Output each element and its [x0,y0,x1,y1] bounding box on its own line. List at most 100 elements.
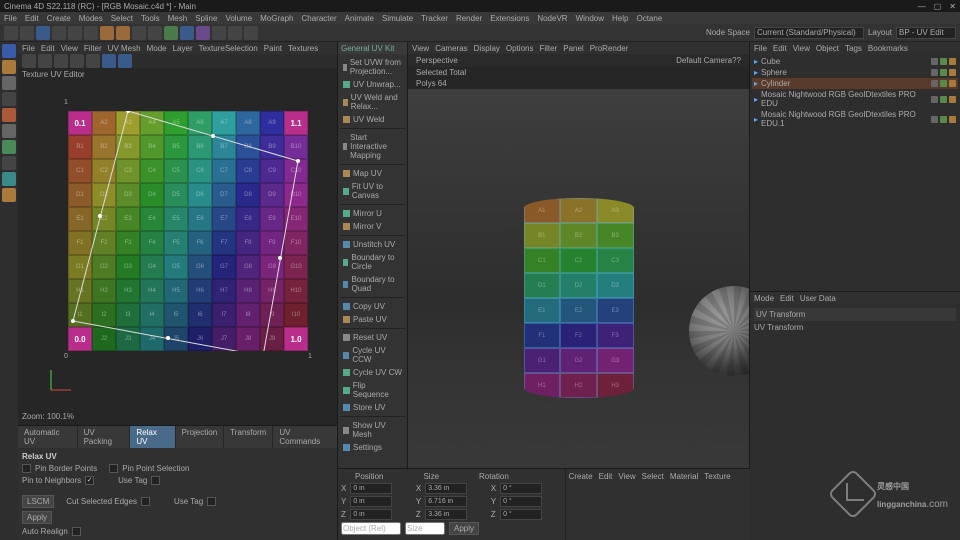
rot-input[interactable] [500,509,542,520]
menu-item[interactable]: Animate [345,14,374,23]
tool-icon[interactable] [2,76,16,90]
auto-realign-checkbox[interactable] [72,527,81,536]
attr-menu-item[interactable]: Mode [754,294,774,303]
viewport-menu-item[interactable]: Cameras [435,44,467,53]
command-item[interactable]: UV Weld and Relax... [340,91,405,113]
menu-item[interactable]: Window [576,14,604,23]
vis-dot-icon[interactable] [931,80,938,87]
size-mode-select[interactable] [405,522,445,535]
command-item[interactable]: Flip Sequence [340,379,405,401]
command-item[interactable]: Cycle UV CCW [340,344,405,366]
close-icon[interactable]: ✕ [949,2,956,11]
menu-item[interactable]: File [4,14,17,23]
material-menu-item[interactable]: Create [569,472,593,481]
command-item[interactable]: Paste UV [340,313,405,326]
object-row[interactable]: ▸Sphere [752,67,958,78]
viewport-menu-item[interactable]: Panel [563,44,583,53]
menu-item[interactable]: Octane [636,14,662,23]
menu-item[interactable]: Tracker [421,14,448,23]
coords-apply-button[interactable]: Apply [449,522,479,535]
attr-section[interactable]: UV Transform [754,308,956,321]
tool-button[interactable] [36,26,50,40]
uv-tab[interactable]: Automatic UV [18,426,77,448]
menu-item[interactable]: Simulate [382,14,413,23]
vis-dot-icon[interactable] [940,96,947,103]
menu-item[interactable]: Modes [79,14,103,23]
size-input[interactable] [425,496,467,507]
uv-tool-icon[interactable] [38,54,52,68]
uv-tool-icon[interactable] [70,54,84,68]
attr-menu-item[interactable]: User Data [800,294,836,303]
command-item[interactable]: Boundary to Quad [340,273,405,295]
pos-input[interactable] [350,496,392,507]
object-row[interactable]: ▸Cylinder [752,78,958,89]
uv-menu-item[interactable]: Layer [173,44,193,53]
tool-button[interactable] [52,26,66,40]
object-menu-item[interactable]: File [754,44,767,53]
material-menu-item[interactable]: Material [670,472,698,481]
redo-button[interactable] [20,26,34,40]
rot-input[interactable] [500,496,542,507]
uv-tab[interactable]: Relax UV [130,426,174,448]
rot-input[interactable] [500,483,542,494]
uv-menu-item[interactable]: Edit [41,44,55,53]
command-item[interactable]: Show UV Mesh [340,419,405,441]
tool-button[interactable] [212,26,226,40]
command-item[interactable]: Map UV [340,167,405,180]
menu-item[interactable]: Mesh [168,14,188,23]
uv-tab[interactable]: UV Commands [273,426,337,448]
pos-input[interactable] [350,509,392,520]
command-item[interactable]: Reset UV [340,331,405,344]
uv-viewport[interactable]: 1 0 1 0.1A2A3A4A5A6A7A8A91.1B1B2B3B4B5B6… [18,81,337,425]
viewport-menu-item[interactable]: Options [506,44,534,53]
object-row[interactable]: ▸Mosaic Nightwood RGB GeoIDtextiles PRO … [752,109,958,129]
object-menu-item[interactable]: Object [816,44,839,53]
use-tag-checkbox[interactable] [151,476,160,485]
cut-edges-checkbox[interactable] [141,497,150,506]
command-item[interactable]: Cycle UV CW [340,366,405,379]
viewport-menu-item[interactable]: Filter [539,44,557,53]
tool-button[interactable] [228,26,242,40]
size-input[interactable] [425,509,467,520]
uv-menu-item[interactable]: View [61,44,78,53]
tool-button[interactable] [132,26,146,40]
tool-icon[interactable] [2,140,16,154]
tool-button[interactable] [68,26,82,40]
menu-item[interactable]: Edit [25,14,39,23]
menu-item[interactable]: MoGraph [260,14,293,23]
tool-button[interactable] [196,26,210,40]
pin-border-checkbox[interactable] [22,464,31,473]
vis-dot-icon[interactable] [940,80,947,87]
uv-tab[interactable]: Transform [224,426,272,448]
menu-item[interactable]: Select [111,14,133,23]
uv-menu-item[interactable]: Paint [264,44,282,53]
lscm-dropdown[interactable]: LSCM [22,495,54,508]
command-item[interactable]: Mirror V [340,220,405,233]
material-menu-item[interactable]: Texture [704,472,730,481]
command-item[interactable]: Store UV [340,401,405,414]
tool-button[interactable] [148,26,162,40]
node-space-select[interactable] [754,27,864,39]
viewport-menu-item[interactable]: ProRender [590,44,629,53]
vis-dot-icon[interactable] [940,116,947,123]
menu-item[interactable]: Extensions [490,14,529,23]
tool-move-icon[interactable] [2,44,16,58]
tag-icon[interactable] [949,80,956,87]
menu-item[interactable]: Volume [225,14,252,23]
object-menu-item[interactable]: View [793,44,810,53]
tool-button[interactable] [164,26,178,40]
command-item[interactable]: Copy UV [340,300,405,313]
object-row[interactable]: ▸Cube [752,56,958,67]
pin-point-checkbox[interactable] [109,464,118,473]
vis-dot-icon[interactable] [931,116,938,123]
menu-item[interactable]: Spline [195,14,217,23]
vis-dot-icon[interactable] [931,69,938,76]
maximize-icon[interactable]: ▢ [934,2,942,11]
uv-tab[interactable]: Projection [176,426,224,448]
undo-button[interactable] [4,26,18,40]
command-item[interactable]: Unstitch UV [340,238,405,251]
command-item[interactable]: Mirror U [340,207,405,220]
tool-icon[interactable] [2,156,16,170]
apply-button[interactable]: Apply [22,511,52,524]
uv-tool-icon[interactable] [22,54,36,68]
